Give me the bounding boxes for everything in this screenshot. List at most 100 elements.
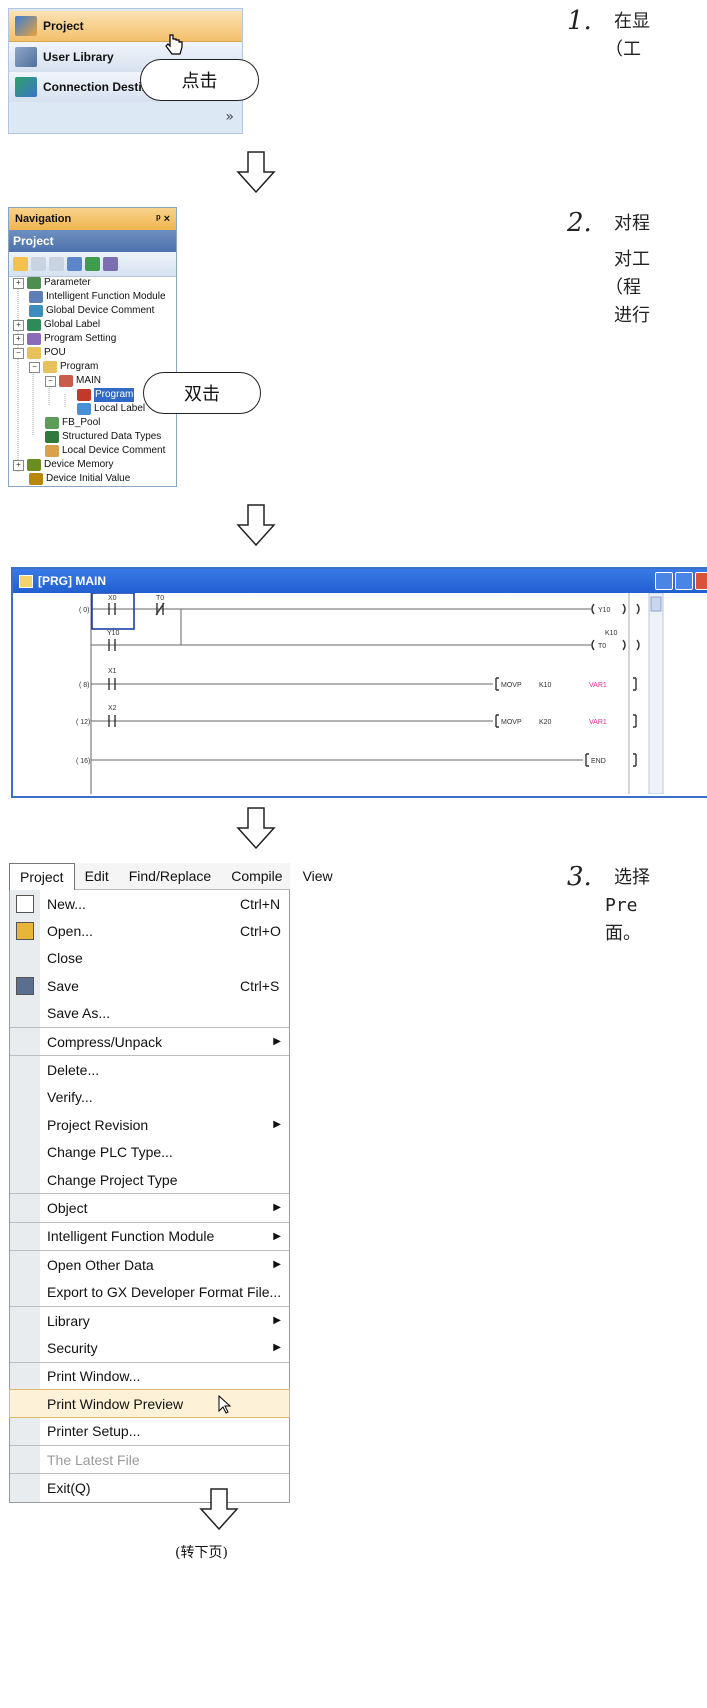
- operand-label: VAR1: [589, 682, 607, 689]
- menu-item-save-as[interactable]: Save As...: [10, 1000, 289, 1027]
- folder-icon: [43, 361, 57, 373]
- menu-item-label: New...: [47, 895, 86, 912]
- rung-step-label: ( 0): [79, 607, 90, 614]
- menu-item-save[interactable]: Save Ctrl+S: [10, 972, 289, 999]
- paste-icon[interactable]: [49, 257, 64, 271]
- menu-item-delete[interactable]: Delete...: [10, 1055, 289, 1083]
- window-controls: [655, 572, 707, 590]
- menu-item-compress-unpack[interactable]: Compress/Unpack ▶: [10, 1026, 289, 1055]
- tree-item-intelligent-function-module[interactable]: Intelligent Function Module: [29, 290, 166, 304]
- tree-item-global-device-comment[interactable]: Global Device Comment: [29, 304, 154, 318]
- menu-item-security[interactable]: Security ▶: [10, 1334, 289, 1361]
- contact-label: T0: [156, 595, 164, 602]
- project-menu-screenshot: Project Edit Find/Replace Compile View N…: [9, 862, 333, 1503]
- coil-label: T0: [598, 643, 606, 650]
- menu-item-label: The Latest File: [47, 1451, 140, 1468]
- open-folder-icon: [16, 922, 34, 941]
- label-icon: [27, 319, 41, 331]
- down-arrow-icon: [236, 504, 276, 547]
- tree-item-fb-pool[interactable]: FB_Pool: [45, 416, 100, 430]
- tree-item-program-setting[interactable]: + Program Setting: [13, 332, 116, 346]
- new-data-icon[interactable]: [13, 257, 28, 271]
- ladder-editor-window: [PRG] MAIN (0) X0 T0 Y10 Y10 K10 T0 (8…: [11, 567, 707, 798]
- menu-item-intelligent-function-module[interactable]: Intelligent Function Module ▶: [10, 1221, 289, 1250]
- menu-item-open[interactable]: Open... Ctrl+O: [10, 917, 289, 944]
- menu-find-replace[interactable]: Find/Replace: [119, 863, 222, 889]
- ladder-diagram: ( 0) X0 T0 Y10 Y10 K10 T0 ( 8) X1 MOVP K…: [76, 593, 664, 794]
- step-text-line: Pre: [605, 895, 638, 916]
- tree-item-structured-data-types[interactable]: Structured Data Types: [45, 430, 161, 444]
- tree-item-program[interactable]: Program: [77, 388, 135, 402]
- menu-item-new[interactable]: New... Ctrl+N: [10, 890, 289, 917]
- tree-item-device-initial-value[interactable]: Device Initial Value: [29, 472, 130, 486]
- navigation-header: Navigation ᵖ ×: [9, 208, 176, 230]
- minimize-icon[interactable]: [655, 572, 673, 590]
- menu-project[interactable]: Project: [9, 862, 75, 890]
- menu-item-shortcut: Ctrl+S: [240, 977, 280, 994]
- memory-icon: [27, 459, 41, 471]
- new-file-icon: [16, 894, 34, 913]
- menu-item-change-project-type[interactable]: Change Project Type: [10, 1166, 289, 1193]
- menu-item-close[interactable]: Close: [10, 945, 289, 972]
- menu-item-change-plc-type[interactable]: Change PLC Type...: [10, 1139, 289, 1166]
- menu-item-export-to-gx-developer-format-file[interactable]: Export to GX Developer Format File...: [10, 1278, 289, 1305]
- submenu-arrow-icon: ▶: [273, 1342, 281, 1354]
- nav-button-project[interactable]: Project: [9, 11, 242, 42]
- tree-item-parameter[interactable]: + Parameter: [13, 276, 91, 290]
- menu-item-print-window-preview[interactable]: Print Window Preview: [9, 1389, 290, 1419]
- connection-icon: [15, 77, 37, 97]
- more-chevron-icon[interactable]: »: [225, 109, 234, 125]
- step-text-line: （工: [605, 39, 641, 60]
- setting-icon: [27, 333, 41, 345]
- ladder-window-title: [PRG] MAIN: [38, 574, 106, 588]
- step-number: 2.: [567, 208, 592, 238]
- operand-label: K10: [539, 682, 552, 689]
- ladder-window-icon: [19, 574, 33, 588]
- contact-label: X1: [108, 668, 117, 675]
- maximize-icon[interactable]: [675, 572, 693, 590]
- menu-item-project-revision[interactable]: Project Revision ▶: [10, 1111, 289, 1138]
- step-text-line: 对工: [614, 249, 650, 270]
- filter-icon[interactable]: [103, 257, 118, 271]
- fb-icon: [45, 417, 59, 429]
- menu-item-the-latest-file: The Latest File: [10, 1444, 289, 1473]
- properties-icon[interactable]: [67, 257, 82, 271]
- project-icon: [15, 16, 37, 36]
- submenu-arrow-icon: ▶: [273, 1259, 281, 1271]
- refresh-icon[interactable]: [85, 257, 100, 271]
- initial-value-icon: [29, 473, 43, 485]
- step-text-line: 在显: [614, 11, 650, 32]
- menu-item-open-other-data[interactable]: Open Other Data ▶: [10, 1250, 289, 1278]
- step-text-line: 对程: [614, 213, 650, 234]
- rung-step-label: ( 8): [79, 682, 90, 689]
- menu-item-print-window[interactable]: Print Window...: [10, 1361, 289, 1390]
- instruction-label: MOVP: [501, 682, 522, 689]
- tree-item-pou[interactable]: − POU: [13, 346, 66, 360]
- tree-item-device-memory[interactable]: + Device Memory: [13, 458, 113, 472]
- tree-item-local-device-comment[interactable]: Local Device Comment: [45, 444, 165, 458]
- project-tab-label[interactable]: Project: [9, 230, 176, 252]
- menu-item-shortcut: Ctrl+O: [240, 923, 281, 940]
- nav-button-label: User Library: [43, 50, 114, 64]
- menu-item-printer-setup[interactable]: Printer Setup...: [10, 1417, 289, 1444]
- program-icon: [77, 389, 91, 401]
- tree-item-local-label[interactable]: Local Label: [77, 402, 145, 416]
- tree-item-main[interactable]: − MAIN: [45, 374, 101, 388]
- copy-icon[interactable]: [31, 257, 46, 271]
- menu-edit[interactable]: Edit: [75, 863, 119, 889]
- menu-item-object[interactable]: Object ▶: [10, 1193, 289, 1221]
- menu-item-label: Security: [47, 1339, 98, 1356]
- pin-close-icon[interactable]: ᵖ ×: [156, 213, 170, 225]
- close-icon[interactable]: [695, 572, 707, 590]
- folder-icon: [27, 347, 41, 359]
- library-icon: [15, 47, 37, 67]
- menu-view[interactable]: View: [293, 863, 343, 889]
- menu-compile[interactable]: Compile: [221, 863, 292, 889]
- project-dropdown-menu: New... Ctrl+N Open... Ctrl+O Close Save Ctrl+S…: [9, 890, 290, 1503]
- menu-item-verify[interactable]: Verify...: [10, 1084, 289, 1111]
- tree-item-program-folder[interactable]: − Program: [29, 360, 98, 374]
- tree-item-global-label[interactable]: + Global Label: [13, 318, 100, 332]
- coil-param-label: K10: [605, 630, 618, 637]
- menu-item-exit-q[interactable]: Exit(Q): [10, 1473, 289, 1501]
- menu-item-library[interactable]: Library ▶: [10, 1305, 289, 1334]
